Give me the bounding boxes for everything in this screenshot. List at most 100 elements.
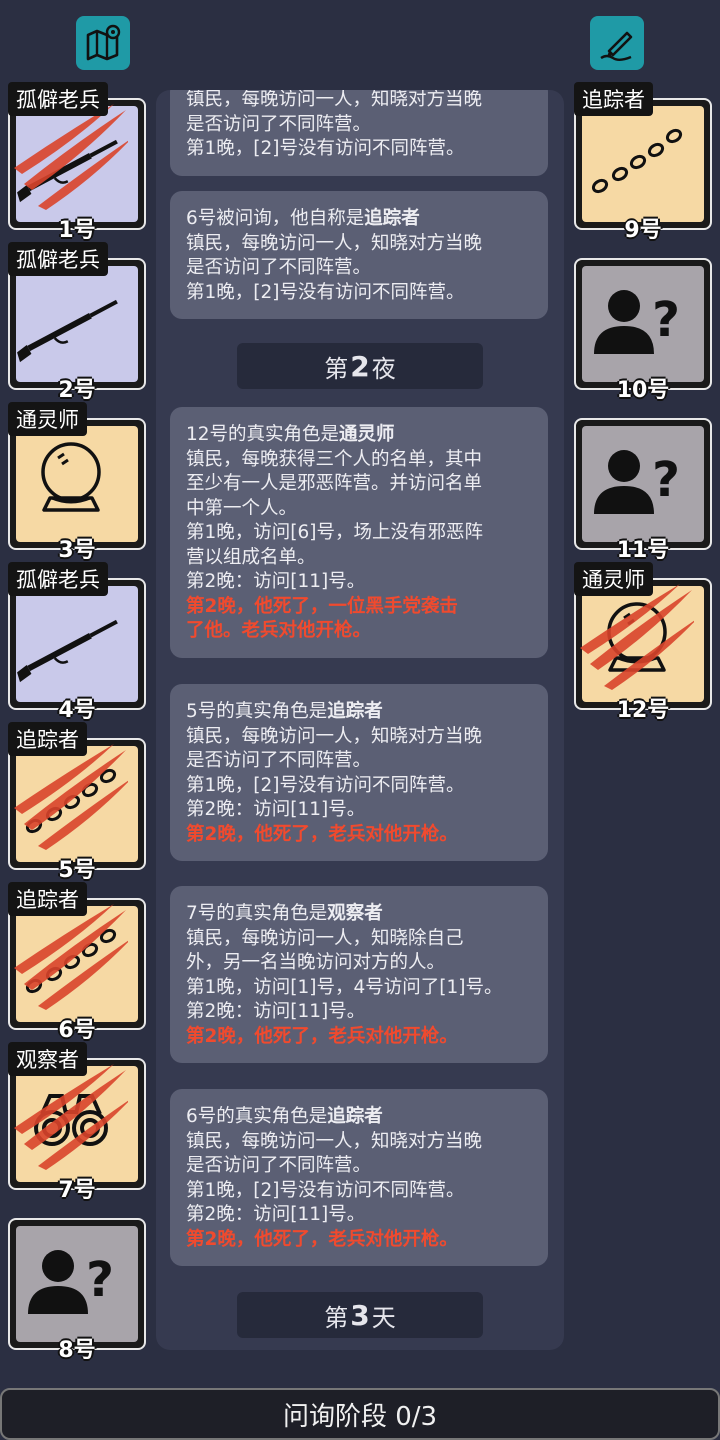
- svg-text:?: ?: [652, 292, 680, 348]
- log-message: 7号的真实角色是观察者 镇民，每晚访问一人，知晓除自己 外，另一名当晚访问对方的…: [170, 886, 548, 1063]
- role-tag: 通灵师: [574, 562, 653, 596]
- log-line: 至少有一人是邪恶阵营。并访问名单: [186, 473, 483, 494]
- log-line: 镇民，每晚访问一人，知晓对方当晚: [186, 232, 483, 254]
- role-name: 追踪者: [327, 1106, 383, 1127]
- player-card-8[interactable]: ? 8号: [8, 1210, 146, 1363]
- player-number: 5号: [58, 858, 96, 883]
- log-line: 第1晚，[2]号没有访问不同阵营。: [186, 281, 465, 303]
- role-name: 追踪者: [364, 208, 420, 229]
- death-line: 第2晚，他死了，一位黑手党袭击: [186, 595, 458, 617]
- log-message: 镇民，每晚访问一人，知晓对方当晚 是否访问了不同阵营。 第1晚，[2]号没有访问…: [170, 90, 548, 176]
- role-name: 追踪者: [327, 701, 383, 722]
- log-line: 镇民，每晚访问一人，知晓对方当晚: [186, 90, 483, 110]
- player-card-6[interactable]: 追踪者 6号: [8, 882, 146, 1043]
- phase-prefix: 第: [324, 1303, 349, 1332]
- log-line: 是否访问了不同阵营。: [186, 257, 372, 278]
- log-line: 镇民，每晚获得三个人的名单，其中: [186, 448, 483, 470]
- log-line: 镇民，每晚访问一人，知晓对方当晚: [186, 725, 483, 747]
- log-message: 12号的真实角色是通灵师 镇民，每晚获得三个人的名单，其中 至少有一人是邪恶阵营…: [170, 407, 548, 658]
- log-line: 第2晚：访问[11]号。: [186, 571, 366, 592]
- player-number: 7号: [58, 1178, 96, 1203]
- player-card-12[interactable]: 通灵师 12号: [574, 562, 712, 723]
- player-number: 8号: [58, 1338, 96, 1363]
- player-card-7[interactable]: 观察者 7号: [8, 1042, 146, 1203]
- claw-marks-icon: [14, 904, 128, 1010]
- player-card-3[interactable]: 通灵师 3号: [8, 402, 146, 563]
- phase-suffix: 天: [371, 1303, 396, 1332]
- death-line: 第2晚，他死了，老兵对他开枪。: [186, 1025, 458, 1047]
- log-line: 中第一个人。: [186, 497, 298, 519]
- player-number: 1号: [58, 218, 96, 243]
- phase-prefix: 第: [324, 354, 349, 383]
- game-log-panel[interactable]: 镇民，每晚访问一人，知晓对方当晚 是否访问了不同阵营。 第1晚，[2]号没有访问…: [156, 90, 564, 1350]
- log-message: 5号的真实角色是追踪者 镇民，每晚访问一人，知晓对方当晚 是否访问了不同阵营。 …: [170, 684, 548, 861]
- role-tag: 孤僻老兵: [8, 562, 108, 596]
- death-line: 了他。老兵对他开枪。: [186, 620, 372, 641]
- log-line: 第1晚，[2]号没有访问不同阵营。: [186, 138, 465, 159]
- map-icon: [86, 24, 121, 61]
- player-card-10[interactable]: ? 10号: [574, 250, 712, 403]
- player-number: 11号: [616, 538, 670, 563]
- map-button[interactable]: [76, 16, 130, 70]
- footprints-icon: [591, 128, 683, 194]
- notes-button[interactable]: [590, 16, 644, 70]
- player-card-2[interactable]: 孤僻老兵 2号: [8, 242, 146, 403]
- log-line: 镇民，每晚访问一人，知晓对方当晚: [186, 1130, 483, 1152]
- phase-suffix: 夜: [371, 354, 396, 383]
- log-line: 第2晚：访问[11]号。: [186, 799, 366, 820]
- player-number: 10号: [616, 378, 670, 403]
- log-line: 是否访问了不同阵营。: [186, 113, 372, 135]
- role-tag: 孤僻老兵: [8, 82, 108, 116]
- log-line: 第1晚，访问[6]号，场上没有邪恶阵: [186, 522, 483, 543]
- player-number: 12号: [616, 698, 670, 723]
- player-card-4[interactable]: 孤僻老兵 4号: [8, 562, 146, 723]
- role-name: 观察者: [327, 903, 383, 924]
- player-number: 6号: [58, 1018, 96, 1043]
- unknown-person-icon: ?: [594, 290, 680, 354]
- log-line: 第2晚：访问[11]号。: [186, 1001, 366, 1022]
- role-tag: 追踪者: [574, 82, 653, 116]
- phase-status-label: 问询阶段 0/3: [282, 1401, 438, 1432]
- role-name: 通灵师: [339, 424, 395, 445]
- crystal-ball-icon: [41, 442, 101, 512]
- claw-marks-icon: [14, 744, 128, 850]
- log-text: 12号的真实角色是: [186, 424, 340, 445]
- death-line: 第2晚，他死了，老兵对他开枪。: [186, 823, 458, 845]
- role-tag: 追踪者: [8, 882, 87, 916]
- phase-number: 3: [350, 1298, 370, 1332]
- log-message: 6号被问询，他自称是追踪者 镇民，每晚访问一人，知晓对方当晚 是否访问了不同阵营…: [170, 191, 548, 319]
- unknown-person-icon: ?: [594, 450, 680, 514]
- log-text: 5号的真实角色是: [186, 701, 328, 722]
- role-tag: 追踪者: [8, 722, 87, 756]
- claw-marks-icon: [580, 584, 694, 690]
- log-message: 6号的真实角色是追踪者 镇民，每晚访问一人，知晓对方当晚 是否访问了不同阵营。 …: [170, 1089, 548, 1266]
- player-card-5[interactable]: 追踪者 5号: [8, 722, 146, 883]
- phase-divider-day: 第3天: [237, 1292, 483, 1338]
- player-card-9[interactable]: 追踪者 9号: [574, 82, 712, 243]
- player-card-1[interactable]: 孤僻老兵 1号: [8, 82, 146, 243]
- log-text: 6号被问询，他自称是: [186, 208, 365, 229]
- log-line: 第1晚，访问[1]号，4号访问了[1]号。: [186, 976, 503, 998]
- log-line: 营以组成名单。: [186, 546, 316, 568]
- claw-marks-icon: [14, 1064, 128, 1170]
- phase-divider-night: 第2夜: [237, 343, 483, 389]
- svg-text:?: ?: [652, 452, 680, 508]
- log-line: 第1晚，[2]号没有访问不同阵营。: [186, 774, 465, 796]
- log-line: 是否访问了不同阵营。: [186, 750, 372, 771]
- player-card-11[interactable]: ? 11号: [574, 410, 712, 563]
- claw-marks-icon: [14, 104, 128, 210]
- player-number: 9号: [624, 218, 662, 243]
- log-line: 外，另一名当晚访问对方的人。: [186, 952, 446, 973]
- phase-status-bar[interactable]: 问询阶段 0/3: [0, 1388, 720, 1440]
- notes-icon: [600, 31, 633, 61]
- log-text: 7号的真实角色是: [186, 903, 328, 924]
- log-line: 镇民，每晚访问一人，知晓除自己: [186, 927, 464, 949]
- unknown-person-icon: ?: [28, 1250, 114, 1314]
- player-number: 4号: [58, 698, 96, 723]
- svg-text:?: ?: [86, 1252, 114, 1308]
- log-line: 第1晚，[2]号没有访问不同阵营。: [186, 1179, 465, 1201]
- phase-number: 2: [350, 349, 370, 383]
- rifle-icon: [17, 299, 118, 363]
- player-number: 2号: [58, 378, 96, 403]
- log-line: 第2晚：访问[11]号。: [186, 1204, 366, 1225]
